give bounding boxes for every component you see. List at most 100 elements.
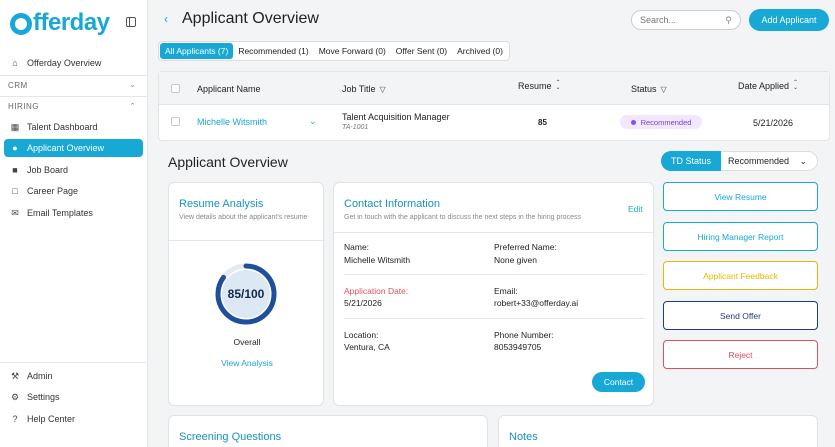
resume-analysis-card: Resume Analysis View details about the a… xyxy=(168,182,325,406)
name-value: Michelle Witsmith xyxy=(344,255,411,265)
divider xyxy=(169,240,325,241)
reject-button[interactable]: Reject xyxy=(663,340,818,369)
notes-title: Notes xyxy=(509,431,538,443)
dashboard-icon: ▦ xyxy=(10,121,20,132)
sidebar-item-offerday-overview[interactable]: ⌂ Offerday Overview xyxy=(4,54,143,72)
sidebar-item-settings[interactable]: ⚙ Settings xyxy=(4,388,143,406)
back-chevron-icon[interactable]: ‹ xyxy=(164,12,168,26)
search-input[interactable] xyxy=(640,15,720,25)
sidebar: fferday ⌂ Offerday Overview CRM ⌄ HIRING ⌃… xyxy=(0,0,148,447)
resume-analysis-title: Resume Analysis xyxy=(179,198,264,210)
application-date-label: Application Date: xyxy=(344,286,409,296)
email-value: robert+33@offerday.ai xyxy=(494,298,579,308)
divider xyxy=(0,362,148,363)
search-icon[interactable]: ⚲ xyxy=(725,15,732,26)
crm-section[interactable]: CRM ⌄ xyxy=(8,81,136,90)
detail-title: Applicant Overview xyxy=(168,154,288,170)
contact-information-card: Contact Information Get in touch with th… xyxy=(333,182,655,406)
email-icon: ✉ xyxy=(11,207,19,218)
location-value: Ventura, CA xyxy=(344,342,390,352)
page-title: Applicant Overview xyxy=(182,10,319,27)
col-status[interactable]: Status ▽ xyxy=(631,84,667,94)
name-label: Name: xyxy=(344,242,370,252)
wrench-icon: ⚒ xyxy=(10,370,20,381)
applicant-name-link[interactable]: Michelle Witsmith xyxy=(197,117,267,127)
date-applied: 5/21/2026 xyxy=(753,118,794,128)
help-icon: ? xyxy=(12,414,18,424)
resume-score: 85 xyxy=(538,118,547,127)
sidebar-item-admin[interactable]: ⚒ Admin xyxy=(4,367,143,385)
contact-button[interactable]: Contact xyxy=(592,372,645,392)
notes-card: Notes xyxy=(498,415,818,447)
offerday-logo[interactable]: fferday xyxy=(10,9,110,37)
overall-label: Overall xyxy=(233,337,261,347)
sidebar-item-email-templates[interactable]: ✉ Email Templates xyxy=(4,204,143,222)
collapse-sidebar-icon[interactable] xyxy=(126,17,136,27)
phone-label: Phone Number: xyxy=(494,330,554,340)
view-resume-button[interactable]: View Resume xyxy=(663,182,818,211)
view-analysis-link[interactable]: View Analysis xyxy=(169,358,325,368)
job-title: Talent Acquisition Manager xyxy=(342,112,450,122)
select-all-checkbox[interactable] xyxy=(171,84,180,93)
main-content: ‹ Applicant Overview ⚲ Add Applicant All… xyxy=(148,0,835,447)
preferred-name-label: Preferred Name: xyxy=(494,242,557,252)
divider xyxy=(344,274,645,275)
search-box[interactable]: ⚲ xyxy=(631,10,741,30)
status-dot xyxy=(630,119,636,125)
contact-title: Contact Information xyxy=(344,198,440,210)
table-header: Applicant Name Job Title ▽ Resume ⌃ ⌄ Statu… xyxy=(159,72,829,105)
sort-icon[interactable]: ⌃ ⌄ xyxy=(556,80,561,91)
divider xyxy=(334,232,655,233)
divider xyxy=(0,75,148,76)
email-label: Email: xyxy=(494,286,518,296)
resume-analysis-subtitle: View details about the applicant's resum… xyxy=(179,214,308,221)
users-icon: ● xyxy=(12,143,18,153)
status-tabs: All Applicants (7) Recommended (1) Move … xyxy=(158,41,510,61)
tab-move-forward[interactable]: Move Forward (0) xyxy=(314,43,391,59)
briefcase-icon: ■ xyxy=(12,165,18,175)
col-resume[interactable]: Resume ⌃ ⌄ xyxy=(518,80,561,91)
page-icon: □ xyxy=(12,186,18,196)
row-checkbox[interactable] xyxy=(171,117,180,126)
col-job-title[interactable]: Job Title ▽ xyxy=(342,84,386,94)
status-badge: Recommended xyxy=(620,115,702,129)
td-status-select[interactable]: Recommended ⌄ xyxy=(721,151,818,171)
sort-icon[interactable]: ⌃ ⌄ xyxy=(793,80,798,91)
col-applicant-name[interactable]: Applicant Name xyxy=(197,84,261,94)
gear-icon: ⚙ xyxy=(10,391,20,402)
applicant-feedback-button[interactable]: Applicant Feedback xyxy=(663,261,818,290)
preferred-name-value: None given xyxy=(494,255,538,265)
tab-all-applicants[interactable]: All Applicants (7) xyxy=(160,43,234,59)
add-applicant-button[interactable]: Add Applicant xyxy=(749,9,829,31)
tab-archived[interactable]: Archived (0) xyxy=(452,43,508,59)
sidebar-item-applicant-overview[interactable]: ● Applicant Overview xyxy=(4,139,143,157)
chevron-up-icon: ⌃ xyxy=(129,103,136,110)
col-date-applied[interactable]: Date Applied ⌃ ⌄ xyxy=(738,80,798,91)
home-icon: ⌂ xyxy=(12,58,18,68)
filter-icon[interactable]: ▽ xyxy=(380,85,386,94)
divider xyxy=(0,96,148,97)
sidebar-item-career-page[interactable]: □ Career Page xyxy=(4,182,143,200)
hiring-section[interactable]: HIRING ⌃ xyxy=(8,102,136,111)
screening-questions-card: Screening Questions xyxy=(168,415,488,447)
sidebar-item-help-center[interactable]: ? Help Center xyxy=(4,410,143,428)
phone-value: 8053949705 xyxy=(494,342,542,352)
td-status-label: TD Status xyxy=(661,151,721,171)
score-text: 85/100 xyxy=(227,287,265,301)
contact-subtitle: Get in touch with the applicant to discu… xyxy=(344,214,581,221)
tab-offer-sent[interactable]: Offer Sent (0) xyxy=(391,43,452,59)
logo-o-mark xyxy=(10,13,32,35)
sidebar-item-job-board[interactable]: ■ Job Board xyxy=(4,161,143,179)
divider xyxy=(344,318,645,319)
hiring-manager-report-button[interactable]: Hiring Manager Report xyxy=(663,222,818,251)
send-offer-button[interactable]: Send Offer xyxy=(663,301,818,330)
edit-link[interactable]: Edit xyxy=(628,204,643,214)
location-label: Location: xyxy=(344,330,379,340)
applicants-table: Applicant Name Job Title ▽ Resume ⌃ ⌄ Statu… xyxy=(158,71,830,141)
sidebar-item-talent-dashboard[interactable]: ▦ Talent Dashboard xyxy=(4,118,143,136)
filter-icon[interactable]: ▽ xyxy=(661,85,667,94)
job-code: TA-1001 xyxy=(342,124,369,131)
expand-chevron-icon[interactable]: ⌄ xyxy=(309,116,317,127)
tab-recommended[interactable]: Recommended (1) xyxy=(233,43,313,59)
chevron-down-icon: ⌄ xyxy=(799,155,807,166)
